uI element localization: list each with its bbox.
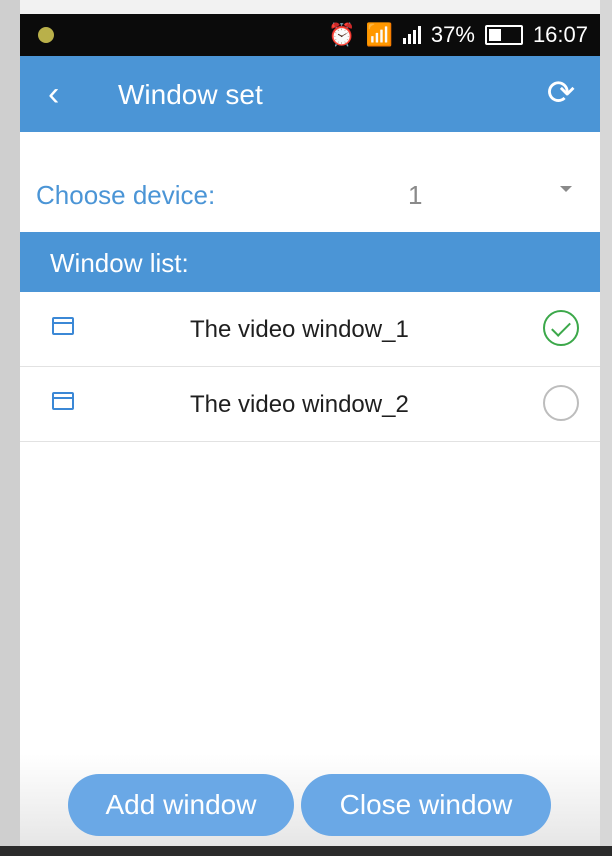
back-button[interactable]: ‹ (48, 74, 88, 114)
app-bar: ‹ Window set ⟳ (20, 56, 600, 132)
chevron-left-icon: ‹ (48, 75, 60, 113)
status-bar: ⏰ 📶 37% 16:07 (20, 14, 600, 56)
window-list-header: Window list: (20, 232, 600, 292)
background-left (0, 0, 20, 856)
list-item[interactable]: The video window_2 (20, 367, 600, 442)
window-list: The video window_1 The video window_2 (20, 292, 600, 442)
device-select-value[interactable]: 1 (408, 180, 422, 211)
alarm-icon: ⏰ (328, 22, 356, 47)
dropdown-arrow-icon[interactable] (560, 186, 572, 192)
battery-icon (484, 25, 523, 45)
background-top (0, 0, 612, 14)
choose-device-row[interactable]: Choose device: 1 (20, 132, 600, 232)
window-list-title: Window list: (50, 248, 189, 278)
phone-screen: ⏰ 📶 37% 16:07 ‹ Window set ⟳ Choose devi… (20, 14, 600, 846)
background-right (600, 0, 612, 856)
choose-device-label: Choose device: (36, 180, 216, 210)
window-label: The video window_1 (190, 316, 409, 343)
notification-icon (38, 27, 54, 43)
background-bottom (0, 846, 612, 856)
window-icon (52, 392, 74, 410)
battery-percent: 37% (430, 22, 475, 47)
add-window-button[interactable]: Add window (68, 774, 294, 836)
checkbox-checked-icon[interactable] (543, 310, 579, 346)
wifi-icon: 📶 (365, 22, 393, 47)
signal-icon (402, 26, 421, 44)
close-window-button[interactable]: Close window (301, 774, 551, 836)
refresh-button[interactable]: ⟳ (540, 72, 582, 114)
checkbox-unchecked-icon[interactable] (543, 385, 579, 421)
list-item[interactable]: The video window_1 (20, 292, 600, 367)
page-title: Window set (118, 79, 263, 110)
status-right: ⏰ 📶 37% 16:07 (328, 22, 588, 48)
window-label: The video window_2 (190, 391, 409, 418)
clock: 16:07 (532, 22, 588, 47)
window-icon (52, 317, 74, 335)
refresh-icon: ⟳ (546, 74, 576, 112)
